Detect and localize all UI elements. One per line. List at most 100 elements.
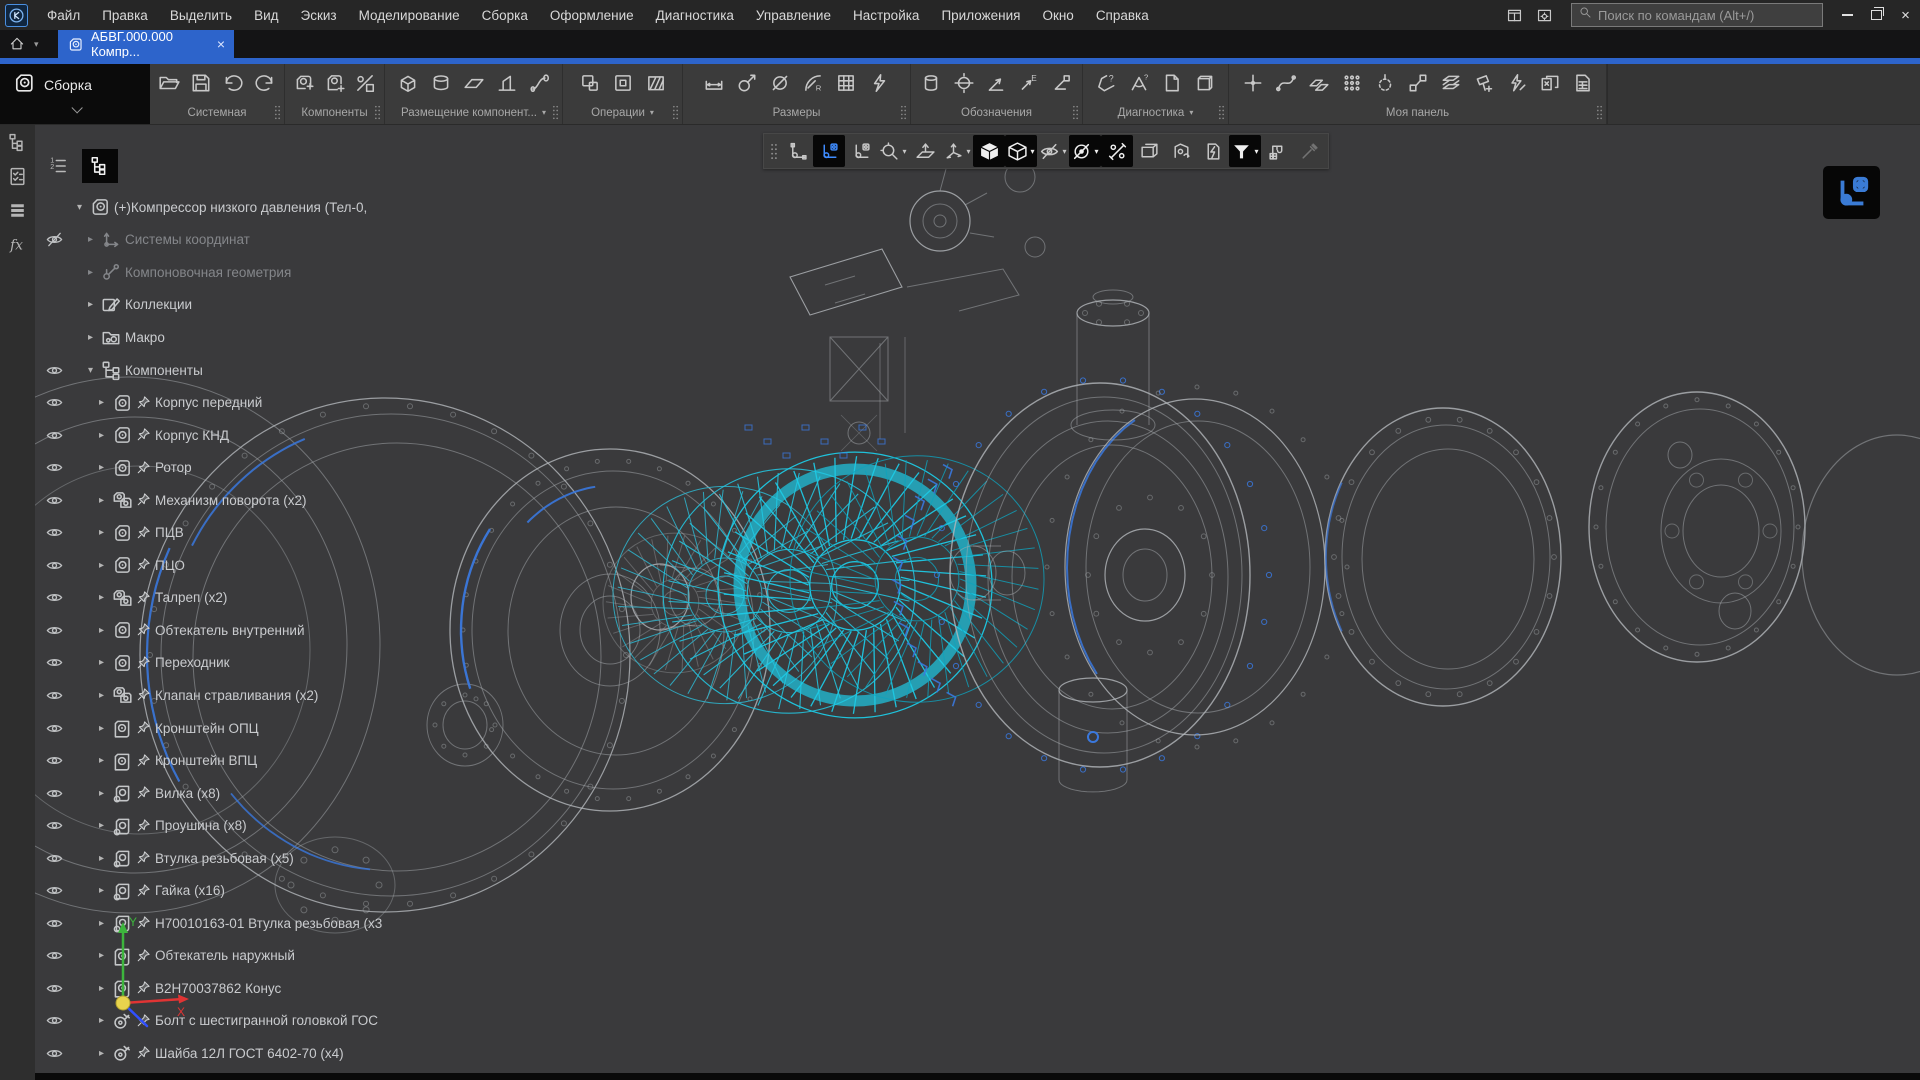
orientation-current-button[interactable] (813, 135, 845, 167)
tree-row-0[interactable]: ▾(+)Компрессор низкого давления (Тел-0, (35, 191, 505, 224)
tree-flat-list-button[interactable]: 12 (40, 149, 76, 183)
datum-e-button[interactable]: E (1013, 67, 1045, 99)
dim-quick-button[interactable] (863, 67, 895, 99)
tree-row-16[interactable]: ▸Кронштейн ОПЦ (35, 712, 505, 745)
menu-item-6[interactable]: Сборка (471, 0, 539, 30)
visibility-icon[interactable] (42, 653, 66, 672)
tree-row-11[interactable]: ▸ПЦО (35, 549, 505, 582)
menu-item-8[interactable]: Диагностика (645, 0, 745, 30)
dim-radius-button[interactable]: R (797, 67, 829, 99)
panel-tree-button[interactable] (0, 125, 35, 159)
display-solid-button[interactable] (973, 135, 1005, 167)
group-caret-icon[interactable]: ▾ (650, 108, 654, 117)
tree-expand-icon[interactable]: ▸ (83, 299, 98, 310)
orientation-saved-button[interactable] (845, 135, 877, 167)
display-mode-button[interactable]: ▾ (1005, 135, 1037, 167)
component-ref-button[interactable] (350, 67, 380, 99)
menu-item-7[interactable]: Оформление (539, 0, 645, 30)
caret-down-icon[interactable]: ▾ (1062, 147, 1066, 156)
menu-item-13[interactable]: Справка (1085, 0, 1160, 30)
views-button[interactable] (1534, 67, 1566, 99)
visibility-icon[interactable] (42, 556, 66, 575)
menu-item-5[interactable]: Моделирование (348, 0, 471, 30)
tree-item-label[interactable]: Переходник (155, 655, 230, 670)
group-grip-icon[interactable] (552, 105, 559, 120)
tree-expand-icon[interactable]: ▸ (94, 755, 109, 766)
tree-item-label[interactable]: ПЦВ (155, 525, 184, 540)
tree-row-26[interactable]: ▸Шайба 12Л ГОСТ 6402-70 (x4) (35, 1037, 505, 1070)
home-tab-caret-icon[interactable]: ▾ (34, 30, 52, 58)
tree-row-6[interactable]: ▸Корпус передний (35, 386, 505, 419)
caret-down-icon[interactable]: ▾ (1030, 147, 1034, 156)
rebuild-model-button[interactable] (1197, 135, 1229, 167)
tree-row-1[interactable]: ▸Системы координат (35, 224, 505, 257)
tree-item-label[interactable]: Проушина (x8) (155, 818, 247, 833)
part-box-button[interactable] (1189, 67, 1221, 99)
tree-item-label[interactable]: Кронштейн ВПЦ (155, 753, 257, 768)
visibility-icon[interactable] (42, 621, 66, 640)
revolve-button[interactable] (425, 67, 457, 99)
tree-row-20[interactable]: ▸Втулка резьбовая (x5) (35, 842, 505, 875)
tree-row-17[interactable]: ▸ Кронштейн ВПЦ (35, 744, 505, 777)
tree-item-label[interactable]: Клапан стравливания (x2) (155, 688, 318, 703)
visibility-icon[interactable] (42, 686, 66, 705)
tree-row-18[interactable]: ▸Вилка (x8) (35, 777, 505, 810)
dim-smart-button[interactable] (731, 67, 763, 99)
tree-row-9[interactable]: ▸ Механизм поворота (x2) (35, 484, 505, 517)
pan-view-button[interactable] (909, 135, 941, 167)
relations-toggle-button[interactable] (1101, 135, 1133, 167)
tree-item-label[interactable]: Компоненты (125, 363, 203, 378)
tab-close-icon[interactable]: × (217, 36, 225, 52)
sketch-button[interactable] (1369, 67, 1401, 99)
menu-item-0[interactable]: Файл (36, 0, 91, 30)
visibility-icon[interactable] (42, 588, 66, 607)
array-button[interactable] (1336, 67, 1368, 99)
orientation-preset-button[interactable] (781, 135, 813, 167)
tree-expand-icon[interactable]: ▸ (94, 397, 109, 408)
flash-button[interactable] (1501, 67, 1533, 99)
panel-variables-button[interactable]: fx (0, 227, 35, 261)
tree-expand-icon[interactable]: ▸ (94, 853, 109, 864)
tree-item-label[interactable]: Механизм поворота (x2) (155, 493, 307, 508)
filter-objects-button[interactable]: ▾ (1229, 135, 1261, 167)
tree-expand-icon[interactable]: ▸ (94, 495, 109, 506)
links-button[interactable] (1402, 67, 1434, 99)
tree-expand-icon[interactable]: ▸ (94, 657, 109, 668)
group-grip-icon[interactable] (1072, 105, 1079, 120)
tree-item-label[interactable]: Гайка (x16) (155, 883, 225, 898)
tree-expand-icon[interactable]: ▸ (94, 527, 109, 538)
tree-row-4[interactable]: ▸Макро (35, 321, 505, 354)
check-distance-button[interactable]: ? (1090, 67, 1122, 99)
tree-item-label[interactable]: Компоновочная геометрия (125, 265, 291, 280)
panel-layers-button[interactable] (0, 193, 35, 227)
tree-row-8[interactable]: ▸Ротор (35, 451, 505, 484)
cut-hatch-button[interactable] (640, 67, 672, 99)
search-input[interactable] (1598, 8, 1815, 23)
tree-item-label[interactable]: Корпус КНД (155, 428, 229, 443)
pattern-button[interactable] (574, 67, 606, 99)
document-type-panel[interactable]: Сборка (0, 64, 150, 124)
visibility-icon[interactable] (42, 914, 66, 933)
tree-expand-icon[interactable]: ▸ (94, 592, 109, 603)
workspace-settings-button[interactable] (1531, 4, 1557, 26)
tree-expand-icon[interactable]: ▸ (94, 723, 109, 734)
datum-arrow-button[interactable] (981, 67, 1013, 99)
sweep-button[interactable] (524, 67, 556, 99)
tree-item-label[interactable]: Макро (125, 330, 165, 345)
group-caret-icon[interactable]: ▾ (542, 108, 546, 117)
visibility-icon[interactable] (42, 979, 66, 998)
visibility-icon[interactable] (42, 816, 66, 835)
tree-item-label[interactable]: Вилка (x8) (155, 786, 220, 801)
tree-expand-icon[interactable]: ▾ (83, 365, 98, 376)
tree-row-5[interactable]: ▾ Компоненты (35, 354, 505, 387)
doc-button[interactable] (1156, 67, 1188, 99)
group-caret-icon[interactable]: ▾ (1189, 108, 1193, 117)
tree-expand-icon[interactable]: ▸ (94, 625, 109, 636)
component-add-button[interactable] (289, 67, 319, 99)
kompas-view-indicator-icon[interactable] (1823, 166, 1880, 219)
rib-button[interactable] (491, 67, 523, 99)
visibility-icon[interactable] (42, 719, 66, 738)
tree-item-label[interactable]: Ротор (155, 460, 192, 475)
table-button[interactable] (1567, 67, 1599, 99)
hide-objects-button[interactable]: ▾ (1037, 135, 1069, 167)
